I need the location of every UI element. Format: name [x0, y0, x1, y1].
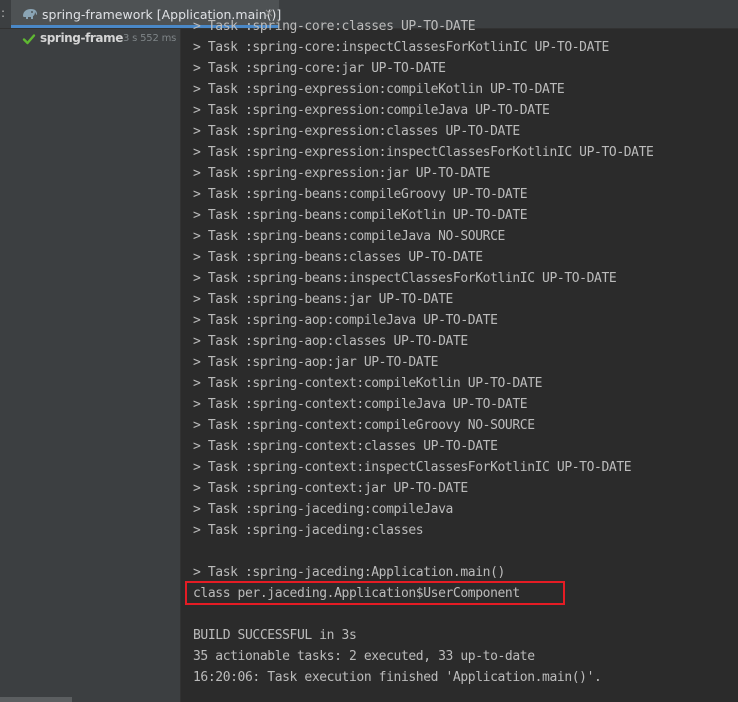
console-line: > Task :spring-context:compileGroovy NO-… — [193, 418, 535, 433]
console-line: > Task :spring-jaceding:Application.main… — [193, 565, 505, 580]
console-line: 35 actionable tasks: 2 executed, 33 up-t… — [193, 649, 535, 664]
check-icon — [22, 34, 36, 45]
run-tree-item-name: spring-frame — [40, 31, 123, 45]
console-line: > Task :spring-aop:classes UP-TO-DATE — [193, 334, 468, 349]
console-line: > Task :spring-context:classes UP-TO-DAT… — [193, 439, 498, 454]
console-line: > Task :spring-core:inspectClassesForKot… — [193, 40, 609, 55]
console-line: > Task :spring-beans:compileJava NO-SOUR… — [193, 229, 505, 244]
console-line: > Task :spring-core:classes UP-TO-DATE — [193, 19, 476, 34]
console-line: BUILD SUCCESSFUL in 3s — [193, 628, 357, 643]
console-line: > Task :spring-jaceding:compileJava — [193, 502, 453, 517]
console-line: > Task :spring-context:compileJava UP-TO… — [193, 397, 528, 412]
gradle-elephant-icon — [23, 9, 37, 19]
console-line: > Task :spring-beans:classes UP-TO-DATE — [193, 250, 483, 265]
tab-bar-marker: : — [1, 6, 6, 20]
run-tree-item-duration: 3 s 552 ms — [123, 33, 177, 44]
console-line: > Task :spring-context:inspectClassesFor… — [193, 460, 632, 475]
console-line: > Task :spring-expression:compileJava UP… — [193, 103, 550, 118]
console-line: > Task :spring-beans:compileGroovy UP-TO… — [193, 187, 528, 202]
highlight-box — [185, 581, 565, 605]
console-line: > Task :spring-expression:compileKotlin … — [193, 82, 565, 97]
console-line: > Task :spring-jaceding:classes — [193, 523, 424, 538]
panel-divider[interactable] — [180, 29, 181, 702]
console-line: > Task :spring-context:jar UP-TO-DATE — [193, 481, 468, 496]
horizontal-scrollbar[interactable] — [0, 697, 72, 702]
console-line: > Task :spring-beans:inspectClassesForKo… — [193, 271, 617, 286]
console-line: 16:20:06: Task execution finished 'Appli… — [193, 670, 602, 685]
console-line: > Task :spring-expression:jar UP-TO-DATE — [193, 166, 491, 181]
console-line: > Task :spring-expression:inspectClasses… — [193, 145, 654, 160]
console-line: > Task :spring-aop:jar UP-TO-DATE — [193, 355, 439, 370]
console-line: > Task :spring-beans:compileKotlin UP-TO… — [193, 208, 528, 223]
run-tree-panel — [0, 29, 180, 702]
console-line: > Task :spring-aop:compileJava UP-TO-DAT… — [193, 313, 498, 328]
console-line: > Task :spring-core:jar UP-TO-DATE — [193, 61, 446, 76]
console-line: > Task :spring-beans:jar UP-TO-DATE — [193, 292, 453, 307]
console-line: > Task :spring-context:compileKotlin UP-… — [193, 376, 543, 391]
console-line: > Task :spring-expression:classes UP-TO-… — [193, 124, 520, 139]
